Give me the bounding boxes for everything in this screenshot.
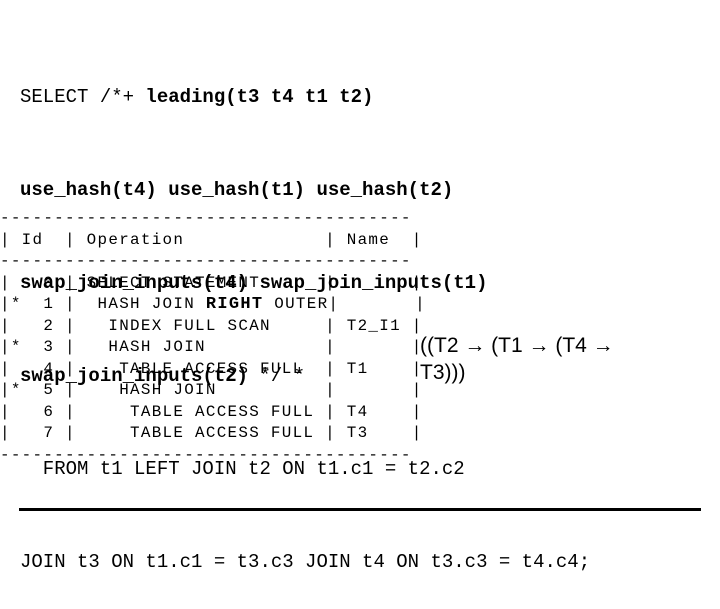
sql-hint: use_hash(t4) use_hash(t1) use_hash(t2): [20, 179, 454, 201]
join-order-line: T3))): [420, 361, 466, 384]
table-row: | 7 | TABLE ACCESS FULL | T3 |: [0, 424, 423, 442]
table-row: |* 3 | HASH JOIN | |: [0, 338, 423, 356]
op-emphasis: RIGHT: [205, 295, 264, 314]
sql-line: SELECT /*+ leading(t3 t4 t1 t2): [20, 82, 590, 113]
table-row: | 0 | SELECT STATEMENT | |: [0, 273, 423, 292]
join-order-line: ((T2 → (T1 → (T4 →: [420, 334, 614, 357]
sql-line: use_hash(t4) use_hash(t1) use_hash(t2): [20, 175, 590, 206]
table-header: | Id | Operation | Name |: [0, 230, 423, 249]
horizontal-rule: [19, 508, 701, 511]
execution-plan-table: -------------------------------------- | …: [0, 208, 426, 466]
table-row: |* 5 | HASH JOIN | |: [0, 381, 423, 399]
join-order-note: ((T2 → (T1 → (T4 → T3))): [420, 332, 614, 386]
table-row: | 2 | INDEX FULL SCAN | T2_I1 |: [0, 316, 423, 335]
sql-text: SELECT /*+: [20, 86, 146, 108]
table-separator: --------------------------------------: [0, 252, 412, 270]
sql-hint: leading(t3 t4 t1 t2): [145, 86, 374, 108]
table-separator: --------------------------------------: [0, 445, 412, 464]
table-separator: --------------------------------------: [0, 209, 412, 227]
table-row: |* 1 | HASH JOIN RIGHT OUTER| |: [0, 295, 426, 314]
sql-line: JOIN t3 ON t1.c1 = t3.c3 JOIN t4 ON t3.c…: [20, 547, 590, 578]
sql-text: JOIN t3 ON t1.c1 = t3.c3 JOIN t4 ON t3.c…: [20, 551, 591, 573]
table-row: | 4 | TABLE ACCESS FULL | T1 |: [0, 359, 423, 378]
table-row: | 6 | TABLE ACCESS FULL | T4 |: [0, 402, 423, 421]
